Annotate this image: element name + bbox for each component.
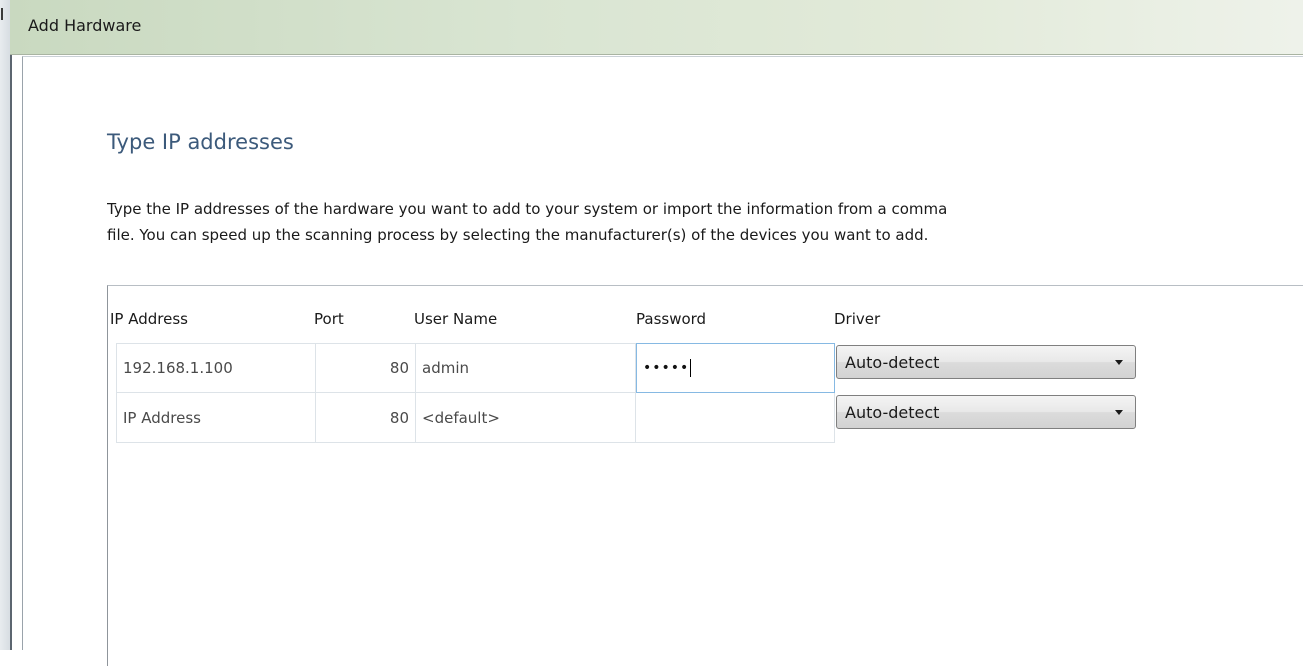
column-header-ip-address: IP Address <box>110 310 188 328</box>
password-field[interactable]: ••••• <box>636 343 835 393</box>
edge-tick <box>1 8 3 20</box>
background-window-edge <box>0 0 10 650</box>
port-value: 80 <box>389 408 409 427</box>
column-header-port: Port <box>314 310 344 328</box>
driver-selected-value: Auto-detect <box>845 402 940 422</box>
window-titlebar[interactable]: Add Hardware <box>10 0 1303 55</box>
driver-dropdown[interactable]: Auto-detect <box>836 395 1136 429</box>
ip-address-placeholder: IP Address <box>123 408 201 427</box>
port-cell[interactable]: 80 <box>316 393 416 443</box>
ip-address-cell[interactable]: 192.168.1.100 <box>116 343 316 393</box>
port-value: 80 <box>389 359 409 377</box>
column-header-driver: Driver <box>834 310 881 328</box>
ip-address-value: 192.168.1.100 <box>123 359 233 377</box>
page-description: Type the IP addresses of the hardware yo… <box>107 196 1303 248</box>
column-header-user-name: User Name <box>414 310 498 328</box>
user-name-value: <default> <box>422 408 500 427</box>
user-name-cell[interactable]: admin <box>416 343 636 393</box>
chevron-down-icon <box>1115 410 1123 415</box>
window-title: Add Hardware <box>28 16 142 35</box>
user-name-cell[interactable]: <default> <box>416 393 636 443</box>
chevron-down-icon <box>1115 360 1123 365</box>
password-value: ••••• <box>643 360 690 376</box>
user-name-value: admin <box>422 359 469 377</box>
password-field[interactable] <box>636 393 835 443</box>
driver-selected-value: Auto-detect <box>845 352 940 372</box>
driver-dropdown[interactable]: Auto-detect <box>836 345 1136 379</box>
port-cell[interactable]: 80 <box>316 343 416 393</box>
text-caret <box>690 359 692 377</box>
description-line-1: Type the IP addresses of the hardware yo… <box>107 200 948 218</box>
ip-address-cell[interactable]: IP Address <box>116 393 316 443</box>
column-header-password: Password <box>636 310 707 328</box>
page-heading: Type IP addresses <box>107 130 294 154</box>
description-line-2: file. You can speed up the scanning proc… <box>107 226 929 244</box>
